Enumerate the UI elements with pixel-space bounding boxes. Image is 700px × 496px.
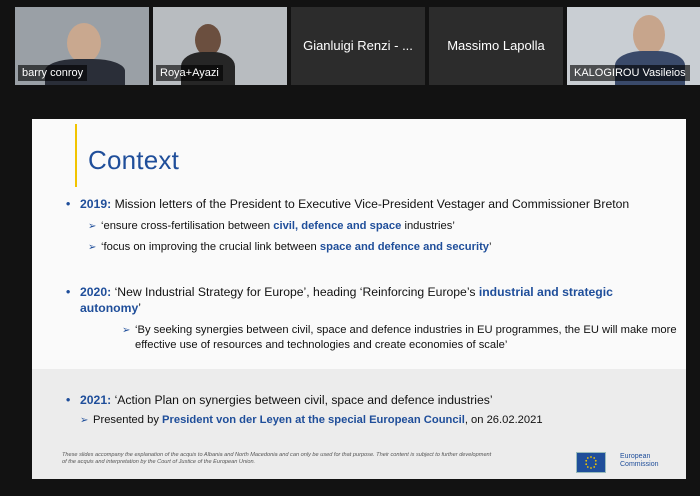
bullet-2021: • 2021: ‘Action Plan on synergies betwee… (66, 393, 543, 426)
bullet-year: 2021: (80, 393, 112, 407)
disclaimer-note: These slides accompany the explanation o… (62, 452, 492, 465)
bullet-dot: • (66, 197, 71, 211)
arrow-icon: ➢ (88, 221, 97, 232)
bullet-2020: • 2020: ‘New Industrial Strategy for Eur… (66, 285, 677, 351)
slide-title: Context (88, 145, 180, 175)
logo-line-2: Commission (620, 461, 659, 468)
bullet-dot: • (66, 285, 71, 299)
eu-flag-icon (576, 452, 606, 473)
participant-name: Gianluigi Renzi - ... (303, 38, 413, 53)
participant-strip: barry conroy Roya+Ayazi Gianluigi Renzi … (0, 0, 700, 88)
title-accent-line (75, 124, 77, 187)
participant-name: barry conroy (18, 65, 88, 81)
participant-video (633, 15, 665, 55)
participant-name: Roya+Ayazi (156, 65, 223, 81)
arrow-icon: ➢ (80, 415, 89, 426)
arrow-icon: ➢ (122, 325, 131, 336)
bullet-text: Mission letters of the President to Exec… (114, 197, 630, 211)
participant-name: KALOGIROU Vasileios (570, 65, 690, 81)
participant-name: Massimo Lapolla (447, 38, 545, 53)
bullet-year: 2020: (80, 285, 112, 299)
participant-tile-5[interactable]: KALOGIROU Vasileios (567, 7, 700, 85)
presentation-slide: Context • 2019: Mission letters of the P… (32, 119, 686, 479)
logo-line-1: European (620, 453, 651, 460)
participant-tile-1[interactable]: barry conroy (15, 7, 149, 85)
arrow-icon: ➢ (88, 242, 97, 253)
participant-tile-3[interactable]: Gianluigi Renzi - ... (291, 7, 425, 85)
participant-tile-2[interactable]: Roya+Ayazi (153, 7, 287, 85)
bullet-dot: • (66, 393, 71, 407)
participant-video (67, 23, 101, 63)
participant-tile-4[interactable]: Massimo Lapolla (429, 7, 563, 85)
european-commission-logo: European Commission (572, 446, 682, 474)
bullet-2019: • 2019: Mission letters of the President… (66, 197, 630, 253)
bullet-year: 2019: (80, 197, 112, 211)
screen-share-area: Context • 2019: Mission letters of the P… (0, 88, 700, 496)
